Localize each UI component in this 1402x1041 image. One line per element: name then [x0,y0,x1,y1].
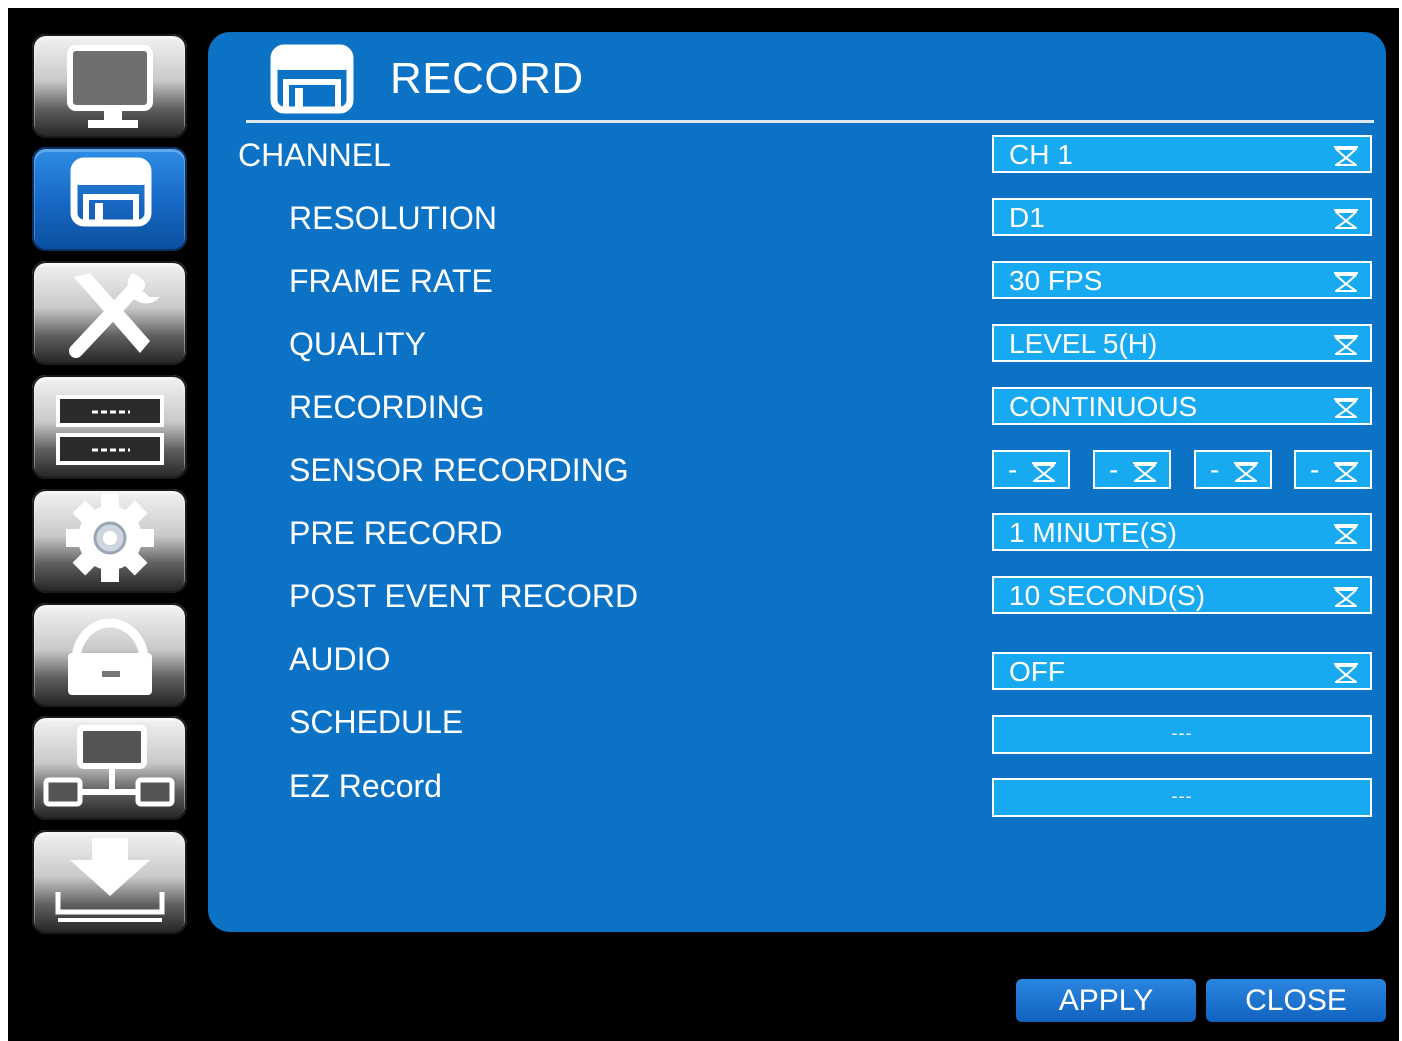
sensor-recording-select-2[interactable]: - [1093,450,1171,489]
resolution-label: RESOLUTION [289,200,498,236]
apply-button[interactable]: APPLY [1016,979,1196,1022]
post-event-record-label: POST EVENT RECORD [289,578,639,614]
ez-record-value: --- [1171,786,1193,806]
audio-value: OFF [1009,656,1065,687]
pre-record-label: PRE RECORD [289,515,503,551]
dropdown-arrow-icon [1332,397,1360,419]
sensor-recording-select-1[interactable]: - [992,450,1070,489]
dropdown-arrow-icon [1332,145,1360,167]
frame-rate-label: FRAME RATE [289,263,493,299]
post-event-record-value: 10 SECOND(S) [1009,580,1206,611]
ez-record-setup-button[interactable]: --- [992,778,1372,817]
dropdown-arrow-icon [1332,662,1360,684]
dropdown-arrow-icon [1030,461,1058,483]
pre-record-select[interactable]: 1 MINUTE(S) [992,513,1372,551]
close-button[interactable]: CLOSE [1206,979,1386,1022]
sensor-recording-label: SENSOR RECORDING [289,452,629,488]
sensor-recording-value: - [1210,454,1220,485]
page-title: RECORD [390,54,584,103]
floppy-disk-icon [270,44,354,114]
resolution-select[interactable]: D1 [992,198,1372,236]
pre-record-value: 1 MINUTE(S) [1009,517,1177,548]
sidebar-item-tools[interactable] [32,261,187,365]
frame-rate-select[interactable]: 30 FPS [992,261,1372,299]
quality-select[interactable]: LEVEL 5(H) [992,324,1372,362]
sidebar-item-security[interactable] [32,603,187,707]
sidebar-item-system[interactable] [32,489,187,593]
audio-select[interactable]: OFF [992,652,1372,690]
resolution-value: D1 [1009,202,1045,233]
sidebar-item-backup[interactable] [32,830,187,934]
dropdown-arrow-icon [1332,461,1360,483]
dropdown-arrow-icon [1332,271,1360,293]
sidebar-item-record[interactable] [32,147,187,251]
recording-label: RECORDING [289,389,485,425]
channel-select[interactable]: CH 1 [992,135,1372,173]
schedule-label: SCHEDULE [289,704,464,740]
tools-icon [69,273,160,358]
floppy-disk-icon [70,157,152,227]
sidebar-item-storage[interactable] [32,375,187,479]
schedule-setup-button[interactable]: --- [992,715,1372,754]
frame-rate-value: 30 FPS [1009,265,1103,296]
sensor-recording-select-3[interactable]: - [1194,450,1272,489]
monitor-icon [67,45,153,128]
sensor-recording-value: - [1310,454,1320,485]
dropdown-arrow-icon [1332,523,1360,545]
channel-value: CH 1 [1009,139,1073,170]
lock-icon [68,618,152,695]
sensor-recording-value: - [1109,454,1119,485]
sidebar-item-display[interactable] [32,34,187,138]
post-event-record-select[interactable]: 10 SECOND(S) [992,576,1372,614]
quality-label: QUALITY [289,326,426,362]
channel-label: CHANNEL [238,137,391,173]
sidebar-item-network[interactable] [32,716,187,820]
sensor-recording-value: - [1008,454,1018,485]
storage-drives-icon [56,395,164,465]
download-icon [55,838,165,922]
sensor-recording-select-4[interactable]: - [1294,450,1372,489]
dropdown-arrow-icon [1332,208,1360,230]
schedule-value: --- [1171,723,1193,743]
dropdown-arrow-icon [1332,334,1360,356]
gear-icon [66,494,154,582]
dropdown-arrow-icon [1232,461,1260,483]
recording-select[interactable]: CONTINUOUS [992,387,1372,425]
recording-value: CONTINUOUS [1009,391,1198,422]
dropdown-arrow-icon [1332,586,1360,608]
audio-label: AUDIO [289,641,391,677]
dropdown-arrow-icon [1131,461,1159,483]
ez-record-label: EZ Record [289,768,442,804]
title-divider [246,120,1374,123]
quality-value: LEVEL 5(H) [1009,328,1158,359]
network-icon [43,725,175,807]
